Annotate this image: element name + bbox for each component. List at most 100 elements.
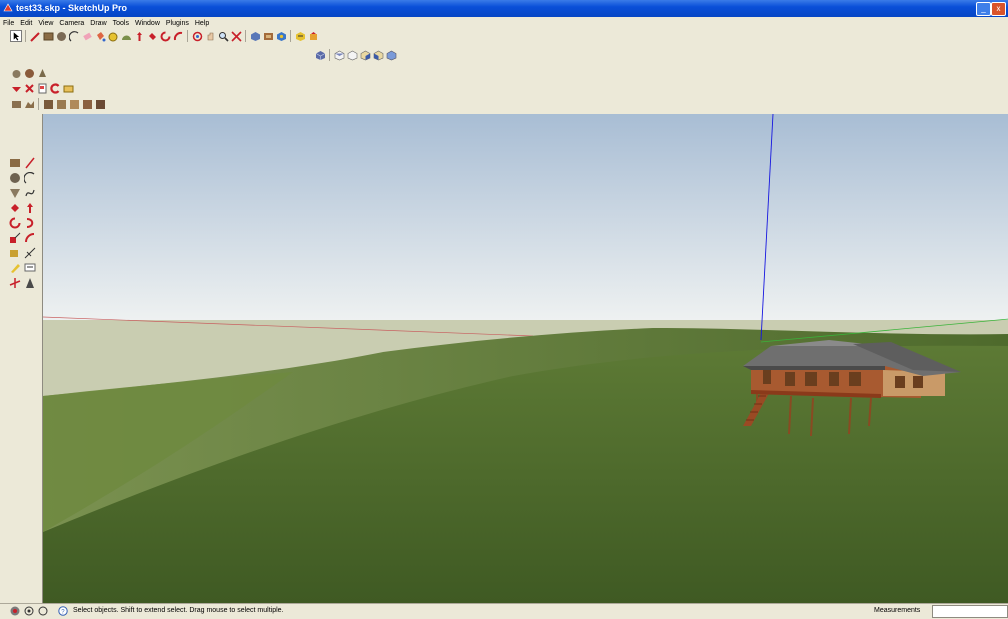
stamp-icon[interactable] — [23, 82, 35, 94]
push-pull-tool-icon[interactable] — [23, 201, 36, 214]
arc-tool-icon[interactable] — [23, 171, 36, 184]
rotate-icon[interactable] — [146, 30, 158, 42]
menu-window[interactable]: Window — [132, 18, 163, 29]
rotate-tool-icon[interactable] — [8, 216, 21, 229]
menu-view[interactable]: View — [35, 18, 56, 29]
menu-tools[interactable]: Tools — [110, 18, 132, 29]
large-tool-set — [8, 156, 38, 291]
model-viewport[interactable] — [42, 114, 1008, 603]
arc-icon[interactable] — [68, 30, 80, 42]
layer-five-icon[interactable] — [94, 98, 106, 110]
share-icon[interactable] — [307, 30, 319, 42]
shaded-icon[interactable] — [23, 67, 35, 79]
sky — [43, 114, 1008, 320]
box-tool-icon[interactable] — [10, 98, 22, 110]
orbit-icon[interactable] — [191, 30, 203, 42]
dimension-tool-icon[interactable] — [23, 246, 36, 259]
circle-icon[interactable] — [55, 30, 67, 42]
text-tool-icon[interactable] — [23, 261, 36, 274]
back-view-icon[interactable] — [372, 49, 384, 61]
scale-tool-icon[interactable] — [8, 231, 21, 244]
follow-me-tool-icon[interactable] — [23, 216, 36, 229]
toolbar-separator — [25, 30, 26, 42]
toolbar-separator — [290, 30, 291, 42]
drape-icon[interactable] — [36, 82, 48, 94]
polygon-tool-icon[interactable] — [8, 186, 21, 199]
push-pull-icon[interactable] — [159, 30, 171, 42]
freehand-tool-icon[interactable] — [23, 186, 36, 199]
status-hint: Select objects. Shift to extend select. … — [73, 607, 284, 614]
menu-draw[interactable]: Draw — [87, 18, 109, 29]
circle-tool-icon[interactable] — [8, 171, 21, 184]
tape-measure-tool-icon[interactable] — [8, 246, 21, 259]
layer-three-icon[interactable] — [68, 98, 80, 110]
credits-icon[interactable] — [24, 606, 34, 616]
sketchup-logo-icon — [3, 3, 13, 12]
rectangle-icon[interactable] — [42, 30, 54, 42]
menu-file[interactable]: File — [0, 18, 17, 29]
section-icon[interactable] — [275, 30, 287, 42]
styles-toolbar — [10, 67, 48, 79]
material-icon[interactable] — [262, 30, 274, 42]
textured-icon[interactable] — [36, 67, 48, 79]
views-toolbar — [314, 49, 397, 61]
measurements-label: Measurements — [874, 607, 921, 614]
flip-edge-icon[interactable] — [62, 82, 74, 94]
follow-me-icon[interactable] — [172, 30, 184, 42]
layer-one-icon[interactable] — [42, 98, 54, 110]
select-icon[interactable] — [10, 30, 22, 42]
sandbox-toolbar — [10, 82, 74, 94]
menu-plugins[interactable]: Plugins — [163, 18, 192, 29]
protractor-icon[interactable] — [120, 30, 132, 42]
warehouse-icon[interactable] — [294, 30, 306, 42]
close-button[interactable]: x — [991, 2, 1006, 16]
toolbar-separator — [245, 30, 246, 42]
right-view-icon[interactable] — [359, 49, 371, 61]
menu-help[interactable]: Help — [192, 18, 212, 29]
main-toolbar — [10, 30, 319, 42]
layers-toolbar — [10, 98, 106, 110]
move-icon[interactable] — [133, 30, 145, 42]
scene-canvas — [43, 114, 1008, 603]
offset-tool-icon[interactable] — [23, 231, 36, 244]
window-title: test33.skp - SketchUp Pro — [16, 3, 128, 13]
toolbar-separator — [187, 30, 188, 42]
line-tool-icon[interactable] — [23, 156, 36, 169]
move-tool-icon[interactable] — [8, 201, 21, 214]
paint-bucket-icon[interactable] — [94, 30, 106, 42]
rectangle-tool-icon[interactable] — [8, 156, 21, 169]
toolbar-separator — [38, 98, 39, 110]
front-view-icon[interactable] — [346, 49, 358, 61]
paint-tool-icon[interactable] — [8, 261, 21, 274]
zoom-extents-icon[interactable] — [230, 30, 242, 42]
minimize-button[interactable]: _ — [976, 2, 991, 16]
smoove-icon[interactable] — [10, 82, 22, 94]
layer-two-icon[interactable] — [55, 98, 67, 110]
layer-four-icon[interactable] — [81, 98, 93, 110]
toolbar-separator — [329, 49, 330, 61]
menu-bar: File Edit View Camera Draw Tools Window Plugins… — [0, 17, 1008, 28]
top-view-icon[interactable] — [333, 49, 345, 61]
viewport-frame — [0, 114, 6, 603]
tape-measure-icon[interactable] — [107, 30, 119, 42]
xray-icon[interactable] — [10, 67, 22, 79]
axes-tool-icon[interactable] — [8, 276, 21, 289]
pencil-icon[interactable] — [29, 30, 41, 42]
status-bar: ? Select objects. Shift to extend select… — [0, 603, 1008, 619]
terrain-icon[interactable] — [23, 98, 35, 110]
iso-view-icon[interactable] — [314, 49, 326, 61]
measurements-input[interactable] — [932, 605, 1008, 618]
component-icon[interactable] — [249, 30, 261, 42]
walk-tool-icon[interactable] — [23, 276, 36, 289]
zoom-icon[interactable] — [217, 30, 229, 42]
menu-edit[interactable]: Edit — [17, 18, 35, 29]
eraser-icon[interactable] — [81, 30, 93, 42]
geolocation-icon[interactable] — [10, 606, 20, 616]
add-detail-icon[interactable] — [49, 82, 61, 94]
title-bar: test33.skp - SketchUp Pro _ x — [0, 0, 1008, 17]
help-icon[interactable]: ? — [58, 606, 68, 616]
left-view-icon[interactable] — [385, 49, 397, 61]
pan-icon[interactable] — [204, 30, 216, 42]
menu-camera[interactable]: Camera — [56, 18, 87, 29]
user-icon[interactable] — [38, 606, 48, 616]
